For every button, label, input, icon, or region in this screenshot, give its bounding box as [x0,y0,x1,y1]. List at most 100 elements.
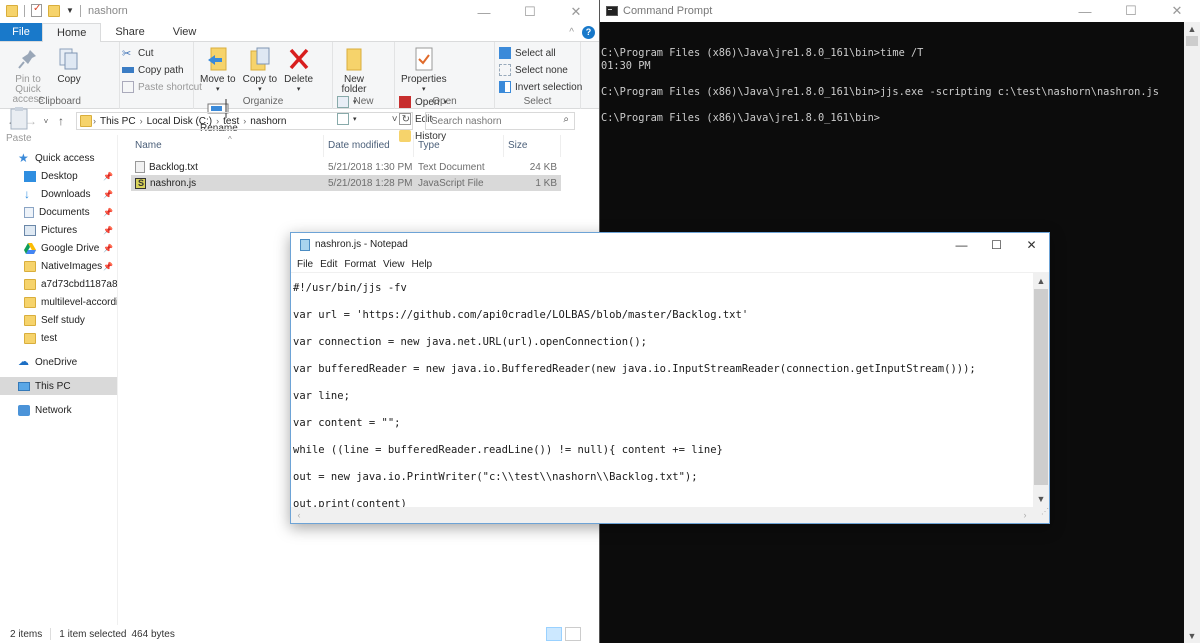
tab-home[interactable]: Home [42,23,102,42]
nav-folder-a7d73[interactable]: a7d73cbd1187a8da8 [0,275,117,293]
notepad-icon [300,239,310,251]
select-none-button[interactable]: Select none [499,63,582,77]
search-input[interactable]: Search nashorn ⌕ [425,112,575,130]
copy-to-button[interactable]: Copy to ▾ [241,46,279,95]
computer-icon [18,381,30,391]
scroll-thumb[interactable] [1186,36,1198,46]
nav-desktop[interactable]: Desktop 📌 [0,167,117,185]
menu-edit[interactable]: Edit [320,259,337,270]
nav-nativeimages[interactable]: NativeImages 📌 [0,257,117,275]
cmd-scrollbar[interactable]: ▲ ▼ [1184,22,1200,643]
cmd-output[interactable]: C:\Program Files (x86)\Java\jre1.8.0_161… [600,22,1200,125]
minimize-button[interactable]: — [461,0,507,24]
scroll-right-icon[interactable]: › [1017,507,1033,523]
breadcrumb-this-pc[interactable]: This PC [100,116,136,127]
pin-icon[interactable]: 📌 [103,208,113,217]
help-icon[interactable]: ? [582,26,595,39]
tab-file[interactable]: File [0,23,42,41]
scroll-up-icon[interactable]: ▲ [1184,22,1200,36]
scroll-down-icon[interactable]: ▼ [1033,491,1049,507]
menu-help[interactable]: Help [412,259,433,270]
cmd-line: 01:30 PM [601,60,651,72]
nav-self-study[interactable]: Self study [0,311,117,329]
menu-format[interactable]: Format [344,259,376,270]
copy-button[interactable]: Copy [55,46,83,85]
select-all-label: Select all [515,47,556,59]
file-row-backlog[interactable]: Backlog.txt 5/21/2018 1:30 PM Text Docum… [131,159,599,175]
up-arrow-icon[interactable]: ↑ [52,114,70,128]
notepad-window-title: nashron.js - Notepad [315,239,408,250]
breadcrumb-local-disk[interactable]: Local Disk (C:) [147,116,213,127]
nav-google-drive[interactable]: Google Drive 📌 [0,239,117,257]
minimize-button[interactable]: — [944,233,979,256]
menu-view[interactable]: View [383,259,405,270]
minimize-button[interactable]: — [1062,0,1108,22]
customize-qat-dropdown-icon[interactable]: ▼ [66,6,74,15]
menu-file[interactable]: File [297,259,313,270]
scroll-left-icon[interactable]: ‹ [291,507,307,523]
recent-locations-chevron-icon[interactable]: ˅ [40,117,52,126]
pin-icon[interactable]: 📌 [103,262,113,271]
divider [79,4,81,17]
nav-network[interactable]: Network [0,401,117,419]
folder-icon [24,314,36,326]
pin-icon[interactable]: 📌 [103,190,113,199]
nav-multilevel-accordion[interactable]: multilevel-accordion [0,293,117,311]
close-button[interactable]: ✕ [553,0,599,24]
pin-icon[interactable]: 📌 [103,244,113,253]
search-icon[interactable]: ⌕ [563,114,569,125]
close-button[interactable]: ✕ [1014,233,1049,256]
cut-button[interactable]: ✂ Cut [122,46,202,61]
copy-path-button[interactable]: Copy path [122,63,202,77]
address-bar[interactable]: › This PC › Local Disk (C:) › test › nas… [76,112,413,130]
details-view-button[interactable] [546,627,562,641]
nav-this-pc[interactable]: This PC [0,377,117,395]
invert-selection-button[interactable]: Invert selection [499,80,582,94]
select-none-icon [499,64,511,76]
address-dropdown-chevron-icon[interactable]: ˅ [392,114,398,125]
tab-share[interactable]: Share [101,23,158,41]
nav-onedrive[interactable]: ☁ OneDrive [0,353,117,371]
breadcrumb-nashorn[interactable]: nashorn [250,116,286,127]
pin-icon[interactable]: 📌 [103,226,113,235]
column-date-modified[interactable]: Date modified [324,135,414,157]
scroll-up-icon[interactable]: ▲ [1033,273,1049,289]
maximize-button[interactable]: ☐ [1108,0,1154,22]
select-all-button[interactable]: Select all [499,46,582,60]
folder-icon [24,278,36,290]
delete-button[interactable]: Delete ▾ [282,46,315,95]
cmd-window-title: Command Prompt [623,5,713,17]
column-size[interactable]: Size [504,135,561,157]
notepad-text-area[interactable]: #!/usr/bin/jjs -fv var url = 'https://git… [291,273,1033,507]
move-to-button[interactable]: Move to ▾ [198,46,238,95]
new-folder-qat-icon[interactable] [48,4,60,17]
nav-test[interactable]: test [0,329,117,347]
nav-pictures[interactable]: Pictures 📌 [0,221,117,239]
notepad-vertical-scrollbar[interactable]: ▲ ▼ [1033,273,1049,507]
pictures-icon [24,224,36,236]
paste-shortcut-button[interactable]: Paste shortcut [122,80,202,94]
tab-view[interactable]: View [159,23,211,41]
maximize-button[interactable]: ☐ [979,233,1014,256]
large-icons-view-button[interactable] [565,627,581,641]
nav-documents[interactable]: Documents 📌 [0,203,117,221]
scroll-down-icon[interactable]: ▼ [1184,629,1200,643]
breadcrumb-test[interactable]: test [223,116,239,127]
nav-label: Quick access [35,152,95,164]
nav-downloads[interactable]: ↓ Downloads 📌 [0,185,117,203]
new-folder-button[interactable]: New folder [337,46,371,95]
code-line: var bufferedReader = new java.io.Buffere… [293,363,976,375]
properties-button[interactable]: Properties ▾ [399,46,449,95]
notepad-horizontal-scrollbar[interactable]: ‹ › [291,507,1033,523]
resize-grip[interactable]: ⋰ [1033,507,1049,523]
scroll-thumb[interactable] [1034,289,1048,485]
file-row-nashron[interactable]: nashron.js 5/21/2018 1:28 PM JavaScript … [131,175,561,191]
nav-quick-access[interactable]: ★ Quick access [0,149,117,167]
pin-icon[interactable]: 📌 [103,172,113,181]
maximize-button[interactable]: ☐ [507,0,553,24]
collapse-ribbon-icon[interactable]: ^ [569,27,574,38]
properties-qat-icon[interactable] [31,3,42,17]
column-type[interactable]: Type [414,135,504,157]
close-button[interactable]: ✕ [1154,0,1200,22]
refresh-icon[interactable]: ↻ [402,114,410,125]
